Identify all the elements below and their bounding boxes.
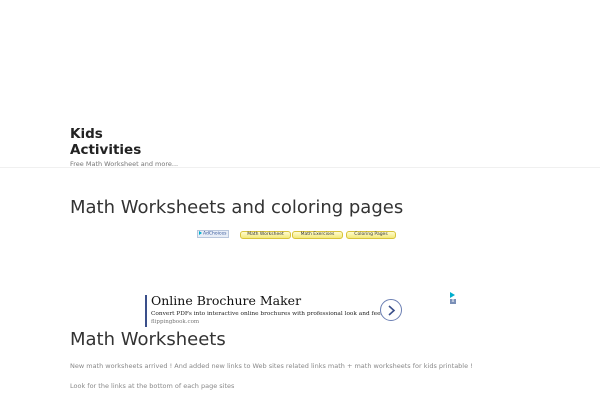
banner-ad-title[interactable]: Online Brochure Maker (151, 293, 301, 309)
banner-ad[interactable]: Online Brochure Maker Convert PDFs into … (145, 293, 407, 329)
close-icon: x (450, 298, 456, 304)
ad-link-math-worksheet[interactable]: Math Worksheet (240, 231, 291, 239)
site-title-link[interactable]: Kids Activities (70, 126, 160, 158)
page-title: Math Worksheets and coloring pages (70, 197, 404, 218)
header-divider (0, 167, 600, 168)
adchoices-triangle-icon (199, 231, 202, 235)
banner-accent-bar (145, 295, 147, 327)
ad-close-control[interactable]: x (450, 292, 457, 304)
section-title: Math Worksheets (70, 329, 226, 350)
page: Kids Activities Free Math Worksheet and … (0, 0, 600, 400)
ad-link-math-exercises[interactable]: Math Exercises (292, 231, 343, 239)
site-header: Kids Activities Free Math Worksheet and … (70, 126, 570, 168)
banner-ad-description: Convert PDFs into interactive online bro… (151, 311, 385, 317)
section-paragraph-news: New math worksheets arrived ! And added … (70, 362, 473, 370)
banner-ad-go-button[interactable] (380, 299, 402, 321)
section-paragraph-links: Look for the links at the bottom of each… (70, 382, 235, 390)
adchoices-badge[interactable]: AdChoices (197, 230, 230, 238)
adchoices-label: AdChoices (203, 231, 227, 237)
chevron-right-icon (388, 305, 396, 316)
ad-link-coloring-pages[interactable]: Coloring Pages (346, 231, 396, 239)
banner-ad-url[interactable]: flippingbook.com (151, 319, 199, 326)
